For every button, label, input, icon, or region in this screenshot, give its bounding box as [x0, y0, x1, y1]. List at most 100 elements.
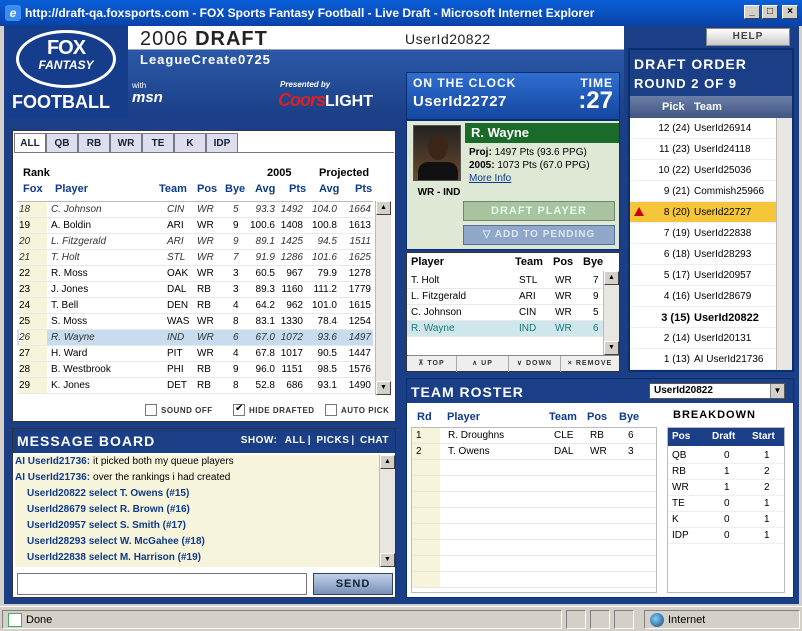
roster-empty-row [412, 476, 656, 492]
filter-picks[interactable]: PICKS [316, 435, 349, 446]
player-row[interactable]: 23 J. Jones DAL RB 3 89.3 1160 111.2 1779 [17, 282, 373, 298]
tab-k[interactable]: K [174, 133, 206, 153]
tab-all[interactable]: ALL [14, 133, 46, 153]
queue-row[interactable]: L. Fitzgerald ARI WR 9 [407, 289, 603, 305]
player-proj-pts: 1254 [348, 316, 371, 327]
player-bye: 5 [233, 204, 239, 215]
player-row[interactable]: 24 T. Bell DEN RB 4 64.2 962 101.0 1615 [17, 298, 373, 314]
player-team: PIT [167, 348, 183, 359]
add-to-pending-button[interactable]: ▽ ADD TO PENDING [463, 225, 615, 245]
roster-rd-empty [412, 460, 440, 475]
filter-all[interactable]: ALL [285, 435, 306, 446]
player-avg: 89.1 [255, 236, 275, 247]
draft-team: UserId28293 [694, 249, 752, 260]
player-row[interactable]: 29 K. Jones DET RB 8 52.8 686 93.1 1490 [17, 378, 373, 394]
player-row[interactable]: 21 T. Holt STL WR 7 91.9 1286 101.6 1625 [17, 250, 373, 266]
team-select[interactable]: UserId20822 ▼ [649, 383, 785, 399]
player-row[interactable]: 27 H. Ward PIT WR 4 67.8 1017 90.5 1447 [17, 346, 373, 362]
queue-row[interactable]: C. Johnson CIN WR 5 [407, 305, 603, 321]
minimize-button[interactable]: _ [744, 5, 760, 19]
col-avg-proj[interactable]: Avg [319, 183, 339, 195]
auto-pick-checkbox[interactable] [325, 404, 337, 416]
player-team: ARI [167, 220, 184, 231]
scroll-down-icon[interactable]: ▼ [604, 341, 619, 355]
col-team[interactable]: Team [159, 183, 187, 195]
draft-player-button[interactable]: DRAFT PLAYER [463, 201, 615, 221]
player-row[interactable]: 22 R. Moss OAK WR 3 60.5 967 79.9 1278 [17, 266, 373, 282]
tab-te[interactable]: TE [142, 133, 174, 153]
chat-sender: AI UserId21736: [15, 456, 91, 467]
player-row[interactable]: 25 S. Moss WAS WR 8 83.1 1330 78.4 1254 [17, 314, 373, 330]
player-pts: 1160 [281, 284, 303, 295]
scroll-up-icon[interactable]: ▲ [380, 455, 395, 469]
queue-pos: WR [555, 275, 572, 286]
queue-team: STL [519, 275, 538, 286]
player-name: J. Jones [51, 284, 89, 295]
send-button[interactable]: SEND [313, 573, 393, 595]
queue-row[interactable]: R. Wayne IND WR 6 [407, 321, 603, 337]
tab-idp[interactable]: IDP [206, 133, 238, 153]
player-pos: WR [197, 220, 214, 231]
filter-chat[interactable]: CHAT [360, 435, 389, 446]
roster-empty-row [412, 492, 656, 508]
header-projected: Projected [319, 167, 370, 179]
player-proj-pts: 1664 [348, 204, 371, 215]
tab-wr[interactable]: WR [110, 133, 142, 153]
tab-qb[interactable]: QB [46, 133, 78, 153]
sound-off-checkbox[interactable] [145, 404, 157, 416]
bd-pos: IDP [672, 530, 689, 541]
col-pos[interactable]: Pos [197, 183, 217, 195]
tab-rb[interactable]: RB [78, 133, 110, 153]
player-list-scrollbar[interactable]: ▲ ▼ [375, 201, 391, 395]
message-scrollbar[interactable]: ▲ ▼ [379, 455, 395, 567]
col-player[interactable]: Player [55, 183, 88, 195]
scroll-down-icon[interactable]: ▼ [380, 553, 395, 567]
col-bye[interactable]: Bye [225, 183, 245, 195]
maximize-button[interactable]: □ [762, 5, 778, 19]
queue-player: T. Holt [411, 275, 440, 286]
player-row[interactable]: 18 C. Johnson CIN WR 5 93.3 1492 104.0 1664 [17, 202, 373, 218]
chat-input[interactable] [17, 573, 307, 595]
more-info-link[interactable]: More Info [469, 173, 511, 184]
player-proj-avg: 93.6 [317, 332, 337, 343]
player-team: ARI [167, 236, 184, 247]
player-team: CIN [167, 204, 185, 215]
proj-value: 1497 Pts (93.6 PPG) [494, 147, 587, 158]
player-rank: 29 [19, 378, 47, 393]
player-row[interactable]: 19 A. Boldin ARI WR 9 100.6 1408 100.8 1613 [17, 218, 373, 234]
draft-pick: 3 (15) [661, 312, 690, 324]
col-avg-2005[interactable]: Avg [255, 183, 275, 195]
col-pts-proj[interactable]: Pts [355, 183, 372, 195]
scroll-up-icon[interactable]: ▲ [376, 201, 391, 215]
col-pts-2005[interactable]: Pts [289, 183, 306, 195]
queue-row[interactable]: T. Holt STL WR 7 [407, 273, 603, 289]
player-row[interactable]: 20 L. Fitzgerald ARI WR 9 89.1 1425 94.5 1511 [17, 234, 373, 250]
queue-up-button[interactable]: ∧ UP [457, 356, 509, 372]
help-button[interactable]: HELP [706, 28, 790, 46]
scroll-up-icon[interactable]: ▲ [604, 271, 619, 285]
queue-top-button[interactable]: ⊼ TOP [407, 356, 457, 372]
player-row[interactable]: 28 B. Westbrook PHI RB 9 96.0 1151 98.5 1576 [17, 362, 373, 378]
queue-scrollbar[interactable]: ▲ ▼ [603, 271, 619, 355]
message-board-header: MESSAGE BOARD SHOW: ALL | PICKS | CHAT [13, 429, 395, 453]
chevron-down-icon[interactable]: ▼ [770, 384, 784, 398]
col-fox[interactable]: Fox [23, 183, 43, 195]
player-row[interactable]: 26 R. Wayne IND WR 6 67.0 1072 93.6 1497 [17, 330, 373, 346]
roster-row[interactable]: 2 T. Owens DAL WR 3 [412, 444, 656, 460]
queue-remove-button[interactable]: × REMOVE [561, 356, 619, 372]
queue-down-button[interactable]: ∨ DOWN [509, 356, 561, 372]
queue-col-player: Player [411, 256, 445, 268]
draft-order-scrollbar[interactable] [776, 118, 792, 370]
close-button[interactable]: × [782, 5, 798, 19]
roster-row[interactable]: 1 R. Droughns CLE RB 6 [412, 428, 656, 444]
player-pts: 1072 [280, 332, 303, 343]
draft-team: UserId28679 [694, 291, 752, 302]
player-name: T. Holt [51, 252, 80, 263]
player-bye: 9 [233, 220, 239, 231]
scroll-down-icon[interactable]: ▼ [376, 381, 391, 395]
roster-rd-empty [412, 524, 440, 539]
hide-drafted-checkbox[interactable] [233, 403, 245, 416]
player-proj-pts: 1511 [349, 236, 371, 247]
player-rank: 21 [19, 250, 47, 265]
player-pts: 1017 [280, 348, 303, 359]
